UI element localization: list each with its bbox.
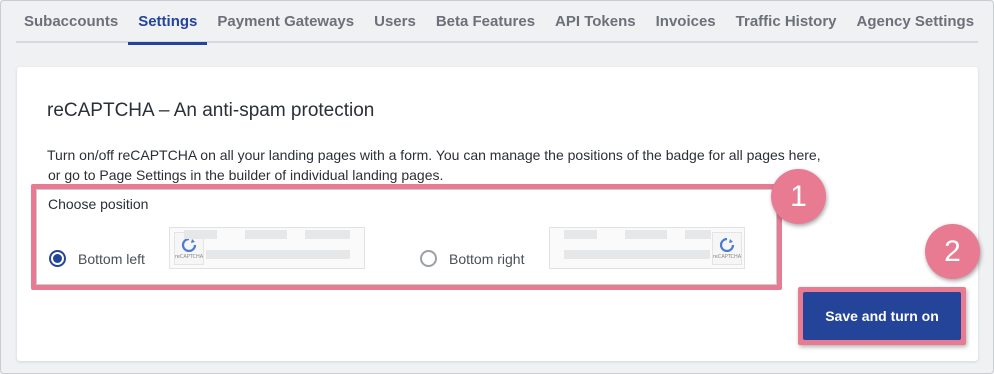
annotation-step-1: 1 [771, 169, 826, 224]
choose-position-label: Choose position [48, 196, 149, 212]
badge-preview-left: reCAPTCHA [169, 227, 365, 269]
tab-invoices[interactable]: Invoices [646, 0, 726, 43]
tab-traffic-history[interactable]: Traffic History [726, 0, 847, 43]
settings-tabs: Subaccounts Settings Payment Gateways Us… [16, 0, 978, 45]
description-line-1: Turn on/off reCAPTCHA on all your landin… [47, 147, 821, 163]
radio-bottom-left-control[interactable] [49, 250, 66, 267]
tab-beta-features[interactable]: Beta Features [426, 0, 545, 43]
radio-bottom-right[interactable]: Bottom right [420, 250, 524, 267]
card-title: reCAPTCHA – An anti-spam protection [47, 100, 375, 121]
card-description: Turn on/off reCAPTCHA on all your landin… [47, 145, 867, 185]
tab-api-tokens[interactable]: API Tokens [545, 0, 646, 43]
save-button-highlight: Save and turn on [798, 287, 966, 345]
radio-bottom-right-label: Bottom right [449, 250, 525, 267]
recaptcha-badge-text: reCAPTCHA [712, 254, 742, 260]
tab-settings[interactable]: Settings [128, 0, 208, 45]
tab-subaccounts[interactable]: Subaccounts [16, 0, 128, 43]
badge-preview-right: reCAPTCHA [549, 227, 745, 269]
recaptcha-logo-icon: reCAPTCHA [712, 232, 742, 265]
annotation-step-2: 2 [925, 224, 980, 279]
radio-bottom-left-label: Bottom left [78, 250, 145, 267]
tab-agency-settings[interactable]: Agency Settings [847, 0, 985, 43]
radio-bottom-left[interactable]: Bottom left [49, 250, 145, 267]
description-line-2: or go to Page Settings in the builder of… [48, 167, 444, 183]
position-chooser: Choose position Bottom left reCAPTCHA Bo… [31, 184, 782, 290]
tab-payment-gateways[interactable]: Payment Gateways [207, 0, 364, 43]
save-and-turn-on-button[interactable]: Save and turn on [803, 292, 961, 340]
position-chooser-box: Choose position Bottom left reCAPTCHA Bo… [36, 189, 777, 285]
tab-users[interactable]: Users [364, 0, 426, 43]
recaptcha-badge-text: reCAPTCHA [174, 254, 204, 260]
radio-bottom-right-control[interactable] [420, 250, 437, 267]
